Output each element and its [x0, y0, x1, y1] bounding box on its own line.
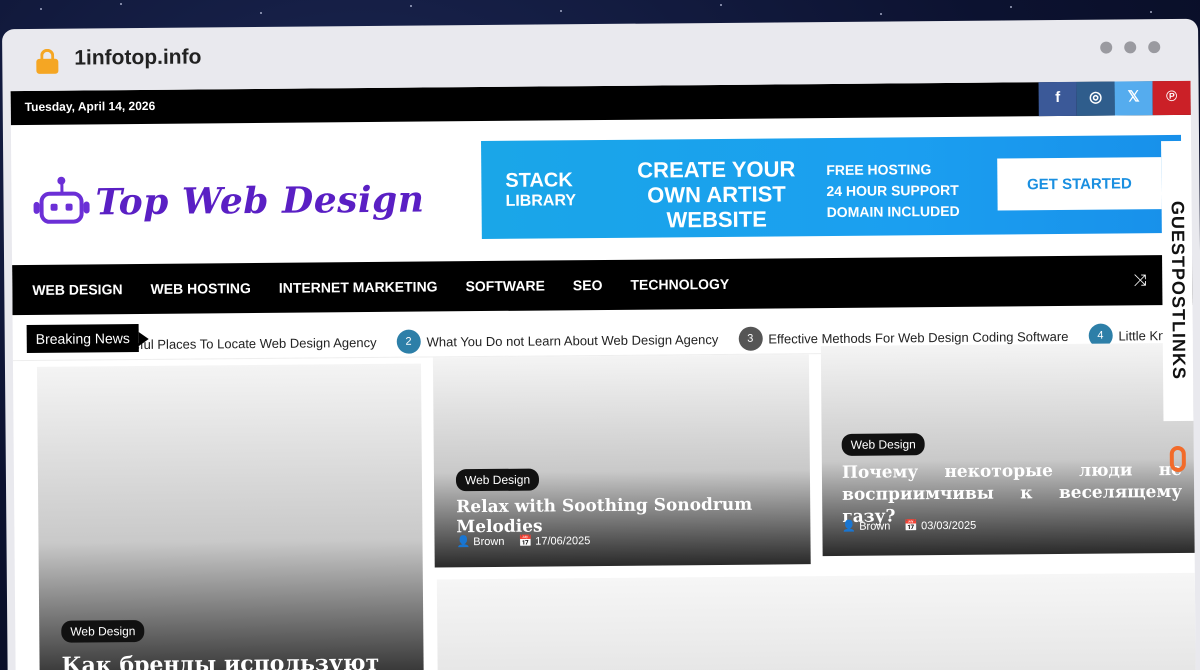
instagram-icon[interactable]: ◎: [1076, 80, 1115, 116]
category-tag[interactable]: Web Design: [61, 619, 145, 643]
post-card[interactable]: Web Design Почему некоторые люди не восп…: [820, 342, 1196, 557]
user-icon: 👤: [456, 536, 474, 549]
shuffle-icon[interactable]: ⤨: [1134, 270, 1147, 290]
logo-text: Top Web Design: [95, 178, 425, 224]
ad-banner[interactable]: STACK LIBRARY CREATE YOUR OWN ARTIST WEB…: [481, 134, 1182, 240]
nav-item-web-design[interactable]: WEB DESIGN: [32, 281, 122, 298]
social-links: f ◎ 𝕏 ℗: [1038, 80, 1191, 117]
badge-text: GUESTPOSTLINKS: [1167, 200, 1190, 381]
post-title[interactable]: Как бренды используют: [61, 650, 379, 670]
ticker-item-text[interactable]: eful Places To Locate Web Design Agency: [133, 334, 377, 351]
banner-feature: DOMAIN INCLUDED: [826, 202, 960, 221]
post-date: 17/06/2025: [535, 535, 591, 548]
x-icon[interactable]: 𝕏: [1114, 80, 1153, 116]
pinterest-icon[interactable]: ℗: [1152, 80, 1191, 116]
breaking-news-label: Breaking News: [26, 324, 140, 354]
nav-item-software[interactable]: SOFTWARE: [465, 277, 544, 294]
robot-icon: [33, 174, 90, 230]
calendar-icon: 📅: [518, 535, 536, 548]
ticker-item[interactable]: 2 What You Do not Learn About Web Design …: [396, 327, 718, 354]
post-date: 03/03/2025: [921, 519, 977, 533]
lock-icon: [36, 48, 59, 74]
guestpostlinks-badge[interactable]: GUESTPOSTLINKS: [1161, 140, 1194, 473]
nav-item-web-hosting[interactable]: WEB HOSTING: [150, 280, 250, 297]
ticker-item-text[interactable]: What You Do not Learn About Web Design A…: [426, 331, 718, 349]
category-tag[interactable]: Web Design: [455, 468, 540, 492]
author-meta[interactable]: 👤 Brown: [456, 535, 504, 548]
author-name[interactable]: Brown: [859, 520, 890, 532]
browser-window: 1infotop.info Tuesday, April 14, 2026 f …: [2, 18, 1200, 670]
nav-item-internet-marketing[interactable]: INTERNET MARKETING: [279, 278, 438, 295]
date-meta: 📅 03/03/2025: [904, 519, 976, 533]
post-card[interactable]: Web Design Relax with Soothing Sonodrum …: [432, 354, 811, 568]
url-text[interactable]: 1infotop.info: [74, 45, 201, 70]
author-meta[interactable]: 👤 Brown: [842, 519, 890, 532]
web-page: Tuesday, April 14, 2026 f ◎ 𝕏 ℗ Top Web …: [10, 80, 1196, 670]
category-tag[interactable]: Web Design: [841, 433, 925, 456]
ticker-item[interactable]: eful Places To Locate Web Design Agency: [133, 334, 377, 351]
post-meta: 👤 Brown 📅 17/06/2025: [456, 534, 590, 548]
post-meta: 👤 Brown 📅 03/03/2025: [842, 519, 976, 533]
author-name[interactable]: Brown: [473, 536, 504, 548]
banner-brand-sub: LIBRARY: [505, 192, 577, 210]
window-controls: [1100, 41, 1161, 54]
banner-headline: CREATE YOUR OWN ARTIST WEBSITE: [637, 156, 796, 233]
calendar-icon: 📅: [904, 520, 922, 533]
banner-feature: FREE HOSTING: [826, 161, 932, 179]
get-started-button[interactable]: GET STARTED: [997, 157, 1162, 211]
user-icon: 👤: [842, 520, 860, 533]
ticker-number-badge: 2: [396, 329, 421, 354]
banner-feature: 24 HOUR SUPPORT: [826, 181, 959, 200]
ticker-number-badge: 3: [738, 326, 763, 351]
address-bar[interactable]: 1infotop.info: [2, 19, 1198, 91]
banner-features: FREE HOSTING 24 HOUR SUPPORT DOMAIN INCL…: [826, 159, 960, 223]
nav-item-seo[interactable]: SEO: [573, 277, 603, 293]
facebook-icon[interactable]: f: [1038, 80, 1077, 117]
date-meta: 📅 17/06/2025: [518, 534, 590, 548]
current-date: Tuesday, April 14, 2026: [24, 98, 156, 115]
nav-item-technology[interactable]: TECHNOLOGY: [630, 276, 729, 293]
site-logo[interactable]: Top Web Design: [33, 172, 425, 231]
post-grid: Web Design Как бренды используют Web Des…: [29, 342, 1196, 670]
link-icon: [1169, 445, 1186, 473]
post-title[interactable]: Почему некоторые люди не восприимчивы к …: [842, 459, 1183, 528]
banner-brand: STACK: [505, 169, 573, 192]
post-card-placeholder[interactable]: [436, 572, 1196, 670]
post-title[interactable]: Relax with Soothing Sonodrum Melodies: [456, 494, 810, 538]
site-header: Top Web Design STACK LIBRARY CREATE YOUR…: [11, 115, 1192, 265]
post-card-featured[interactable]: Web Design Как бренды используют: [36, 363, 424, 670]
